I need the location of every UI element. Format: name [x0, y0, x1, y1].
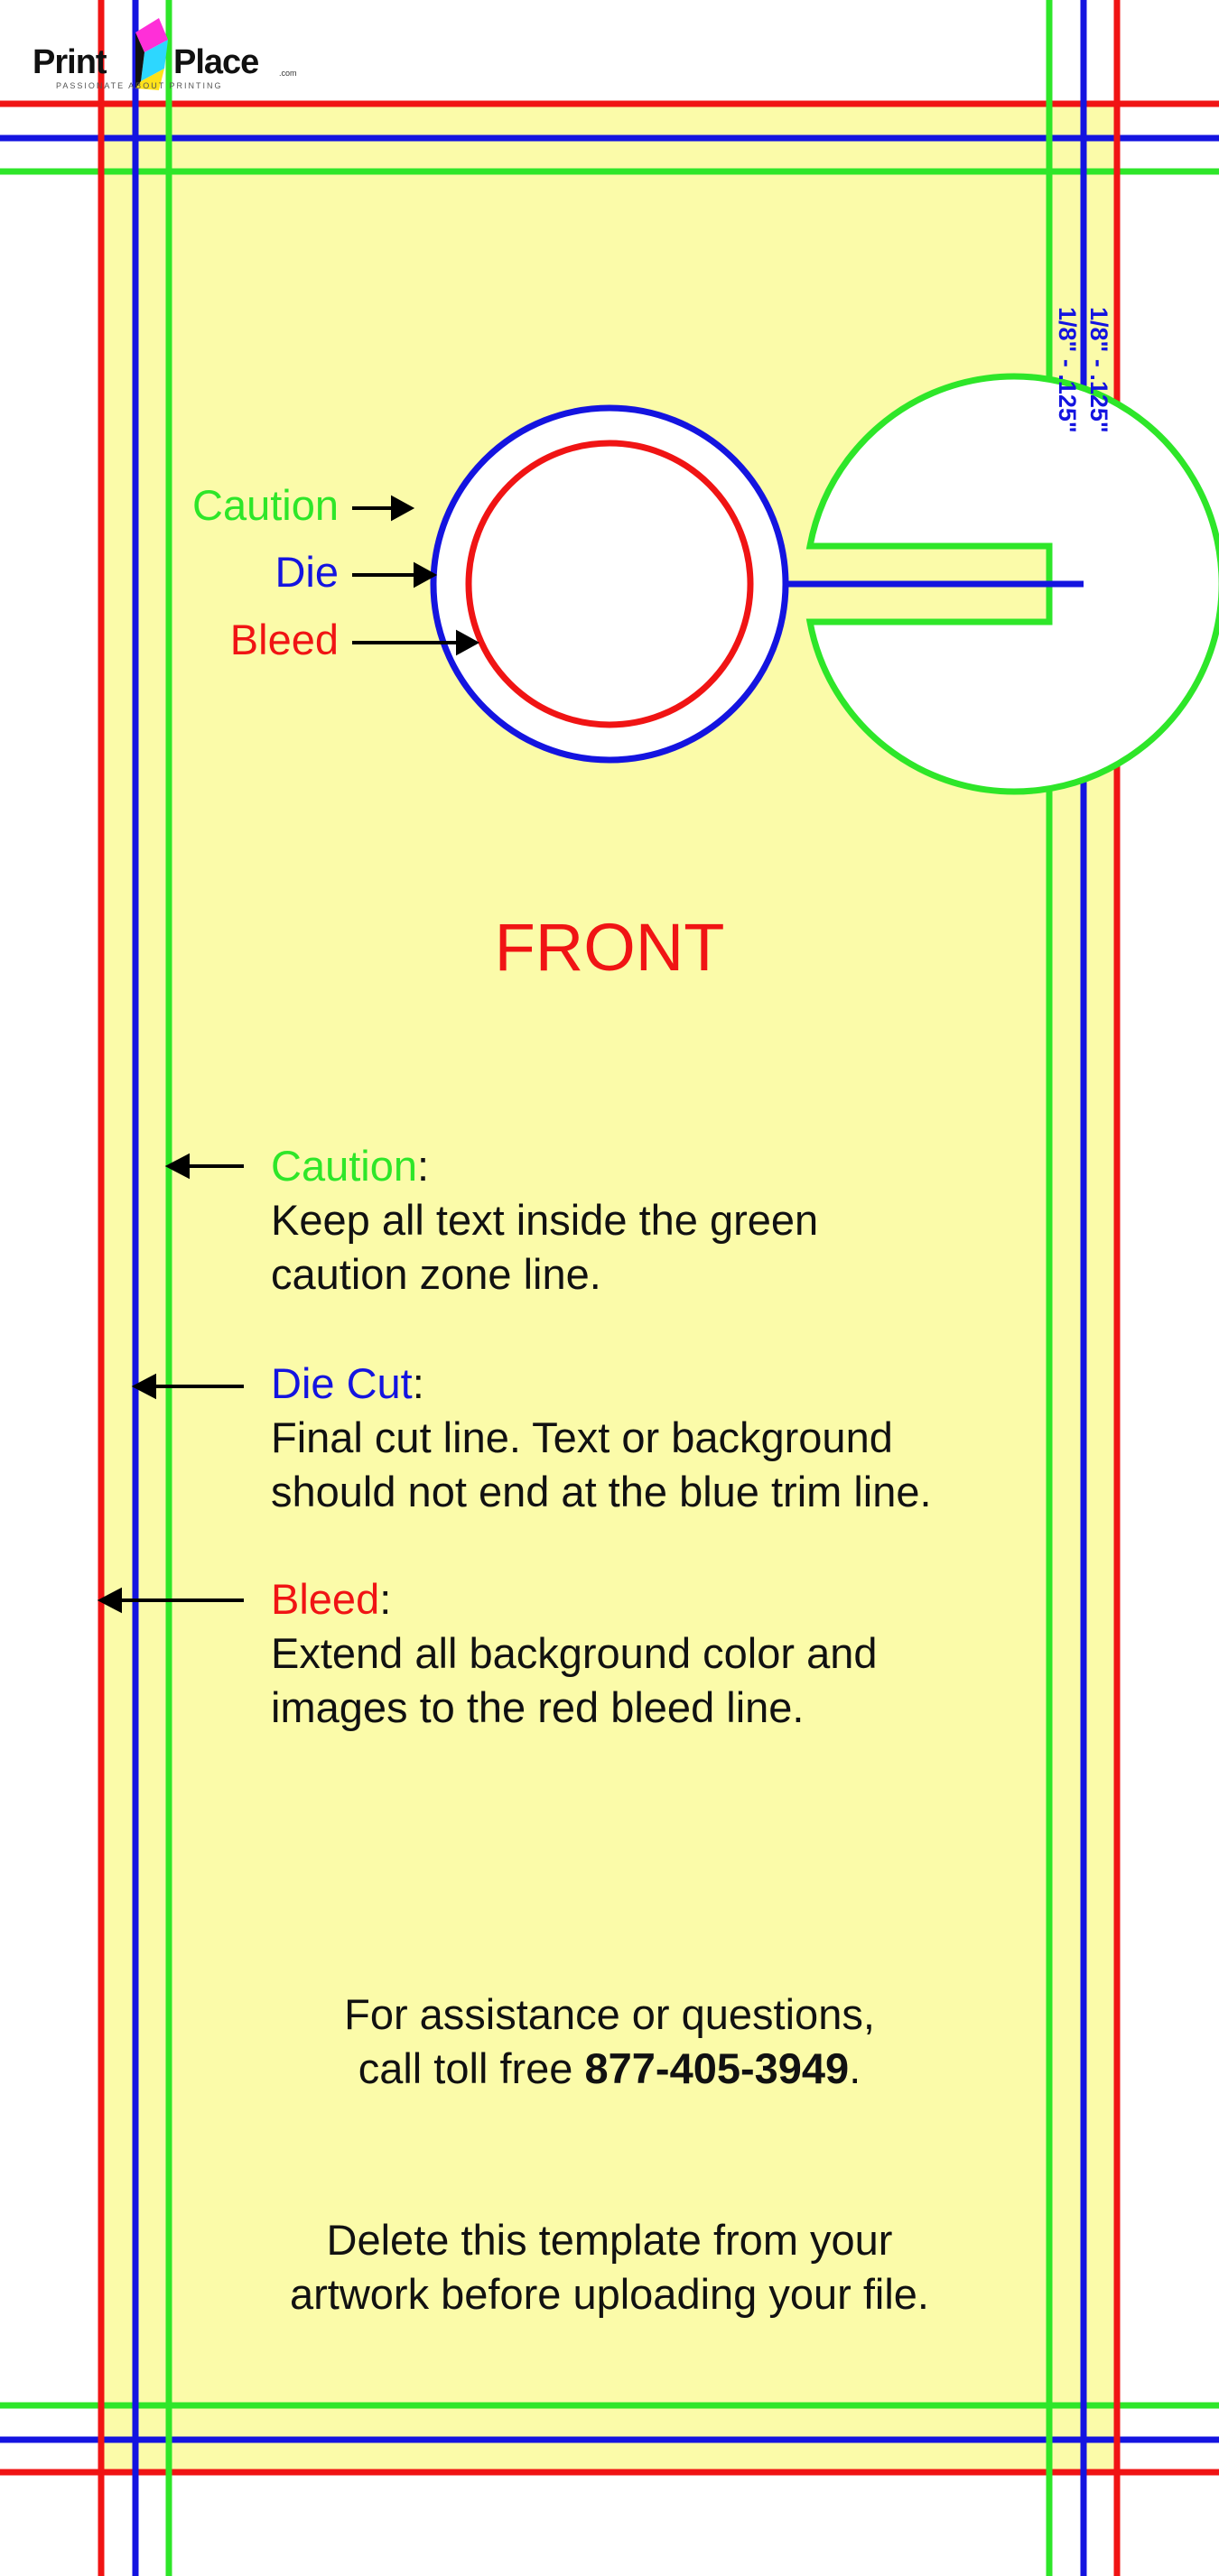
legend-die-cut: Die Cut: Final cut line. Text or backgro… [271, 1357, 932, 1519]
assistance-suffix: . [849, 2044, 861, 2092]
legend-bleed-line2: images to the red bleed line. [271, 1683, 805, 1731]
logo-brand-left: Print [33, 43, 107, 81]
assistance-prefix: call toll free [358, 2044, 585, 2092]
assistance-phone: 877-405-3949 [584, 2044, 850, 2092]
legend-bleed-title: Bleed [271, 1575, 380, 1623]
legend-die-cut-heading: Die Cut: [271, 1357, 932, 1411]
logo-domain-suffix: .com [279, 69, 297, 78]
side-label: FRONT [494, 910, 725, 985]
logo-brand-right: Place [173, 43, 259, 81]
legend-caution-line2: caution zone line. [271, 1250, 601, 1298]
measure-label-outer: 1/8" - .125" [1085, 307, 1112, 433]
printplace-logo: Print Place .com PASSIONATE ABOUT PRINTI… [33, 18, 321, 90]
legend-bleed-line1: Extend all background color and [271, 1629, 878, 1677]
hole-callout-caution: Caution [192, 481, 339, 529]
legend-die-cut-line1: Final cut line. Text or background [271, 1413, 893, 1461]
legend-caution-title: Caution [271, 1142, 417, 1190]
notice-line2: artwork before uploading your file. [289, 2270, 929, 2318]
notice-line1: Delete this template from your [326, 2216, 893, 2264]
legend-bleed: Bleed: Extend all background color and i… [271, 1572, 878, 1735]
legend-die-cut-title: Die Cut [271, 1359, 413, 1407]
assistance-text: For assistance or questions, call toll f… [0, 1988, 1219, 2096]
legend-caution-heading: Caution: [271, 1139, 818, 1193]
hole-callout-bleed: Bleed [229, 616, 339, 663]
legend-caution-colon: : [417, 1142, 430, 1190]
legend-caution-line1: Keep all text inside the green [271, 1196, 819, 1244]
delete-template-notice: Delete this template from your artwork b… [0, 2213, 1219, 2321]
legend-bleed-heading: Bleed: [271, 1572, 878, 1626]
logo-tagline: PASSIONATE ABOUT PRINTING [56, 81, 223, 90]
measure-label-inner: 1/8" - .125" [1054, 307, 1081, 433]
legend-die-cut-colon: : [412, 1359, 424, 1407]
bleed-hole-circle [465, 440, 754, 728]
legend-caution: Caution: Keep all text inside the green … [271, 1139, 818, 1302]
assistance-line2: call toll free 877-405-3949. [0, 2042, 1219, 2096]
hole-callout-die: Die [275, 548, 339, 596]
assistance-line1: For assistance or questions, [344, 1990, 875, 2038]
legend-die-cut-line2: should not end at the blue trim line. [271, 1468, 932, 1515]
legend-bleed-colon: : [379, 1575, 392, 1623]
